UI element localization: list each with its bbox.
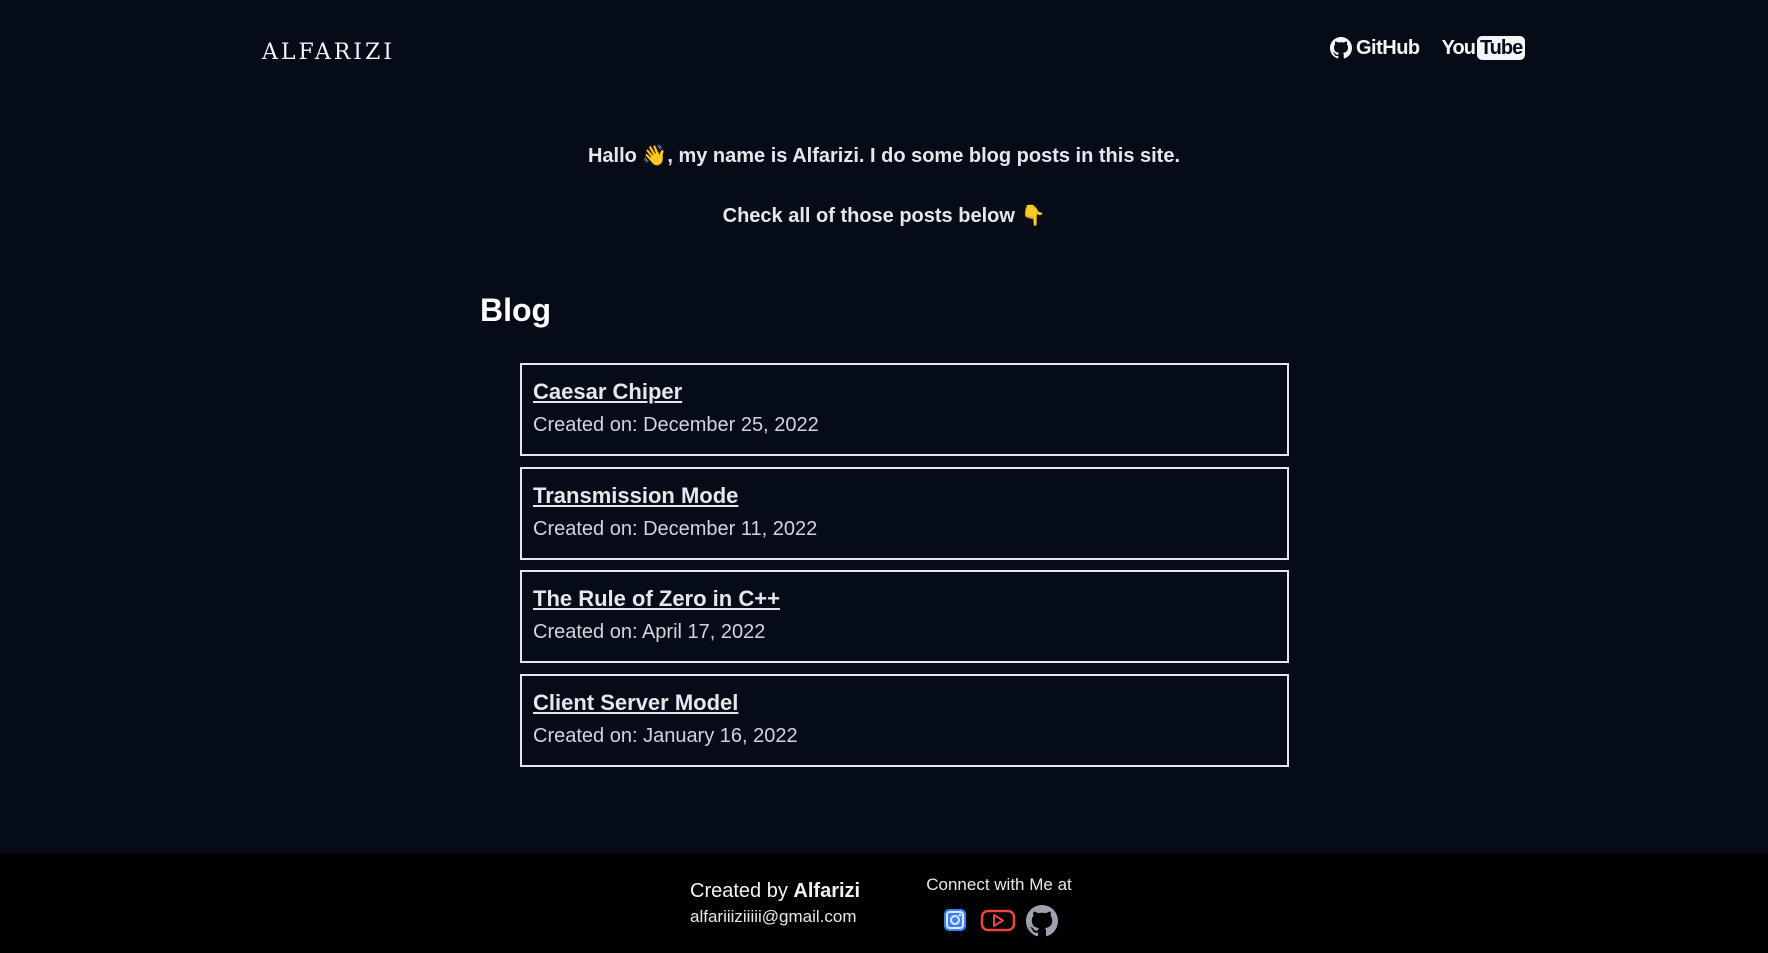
author-name: Alfarizi — [793, 880, 861, 902]
youtube-logo-you: You — [1441, 36, 1476, 59]
blog-post-date: Created on: December 11, 2022 — [533, 517, 818, 540]
header-nav: GitHub You Tube — [1330, 36, 1526, 60]
blog-post-title-link[interactable]: Client Server Model — [533, 689, 1276, 717]
instagram-icon[interactable] — [940, 905, 970, 935]
footer-connect: Connect with Me at — [918, 875, 1080, 937]
intro-call-to-action: Check all of those posts below 👇 — [722, 205, 1046, 227]
site-logo[interactable]: ALFARIZI — [262, 40, 395, 65]
blog-post-list: Caesar Chiper Created on: December 25, 2… — [520, 363, 1289, 777]
social-links — [918, 905, 1080, 937]
footer-email: alfariiiziiiii@gmail.com — [690, 907, 857, 926]
blog-post-title-link[interactable]: Transmission Mode — [533, 482, 1276, 510]
youtube-nav-link[interactable]: You Tube — [1442, 36, 1526, 60]
github-nav-label: GitHub — [1356, 36, 1420, 59]
blog-post-date: Created on: April 17, 2022 — [533, 621, 766, 643]
github-icon — [1330, 37, 1352, 59]
blog-post-date: Created on: January 16, 2022 — [533, 724, 798, 747]
connect-label: Connect with Me at — [926, 875, 1072, 894]
blog-heading: Blog — [480, 292, 552, 328]
footer-created-by: Created by Alfarizi — [690, 880, 860, 903]
youtube-icon[interactable] — [980, 905, 1016, 935]
blog-post-date: Created on: December 25, 2022 — [533, 414, 819, 436]
site-footer: Created by Alfarizi alfariiiziiiii@gmail… — [0, 853, 1768, 953]
footer-credit: Created by Alfarizi alfariiiziiiii@gmail… — [690, 880, 860, 927]
intro-greeting: Hallo 👋, my name is Alfarizi. I do some … — [587, 145, 1181, 167]
blog-post-card: The Rule of Zero in C++ Created on: Apri… — [520, 570, 1289, 663]
blog-post-card: Caesar Chiper Created on: December 25, 2… — [520, 363, 1289, 456]
blog-post-title-link[interactable]: The Rule of Zero in C++ — [533, 585, 1276, 613]
github-nav-link[interactable]: GitHub — [1330, 37, 1420, 60]
youtube-logo-tube: Tube — [1476, 36, 1526, 60]
blog-post-title-link[interactable]: Caesar Chiper — [533, 378, 1276, 406]
site-header: ALFARIZI GitHub You Tube — [0, 0, 1768, 110]
created-by-label: Created by — [690, 880, 788, 902]
github-icon[interactable] — [1026, 905, 1058, 937]
blog-post-card: Transmission Mode Created on: December 1… — [520, 466, 1289, 560]
blog-post-card: Client Server Model Created on: January … — [520, 673, 1289, 767]
